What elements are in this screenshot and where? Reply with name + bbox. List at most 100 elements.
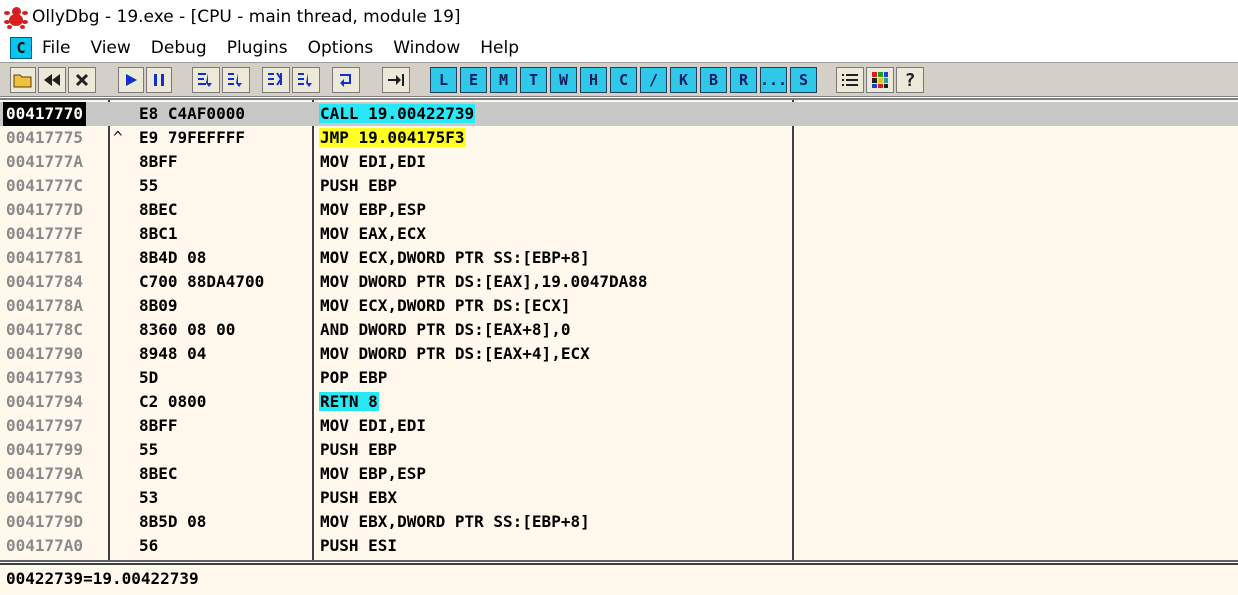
windows-window-button[interactable]: W xyxy=(550,67,577,93)
disasm-row[interactable]: 00417770 E8 C4AF0000 CALL 19.00422739 xyxy=(0,102,1238,126)
hex-dump-cell: 8360 08 00 xyxy=(139,320,236,339)
ollydbg-bug-icon[interactable] xyxy=(4,5,28,29)
menu-help[interactable]: Help xyxy=(470,38,529,58)
instruction-text: CALL 19.00422739 xyxy=(319,104,476,123)
disasm-row[interactable]: 0041779C 53 PUSH EBX xyxy=(0,486,1238,510)
disasm-row[interactable]: 00417784 C700 88DA4700 MOV DWORD PTR DS:[E… xyxy=(0,270,1238,294)
menu-plugins[interactable]: Plugins xyxy=(217,38,298,58)
disasm-row[interactable]: 0041777F 8BC1 MOV EAX,ECX xyxy=(0,222,1238,246)
disassembly-cell: PUSH EBP xyxy=(319,438,398,462)
hex-dump-cell: C700 88DA4700 xyxy=(139,272,265,291)
animate-over-icon[interactable] xyxy=(292,67,320,93)
disassembly-cell: JMP 19.004175F3 xyxy=(319,126,466,150)
hex-dump-cell: E8 C4AF0000 xyxy=(139,104,245,123)
toolbar: L E M T W H C / K B R ... S ? xyxy=(0,62,1238,97)
address-cell: 0041777F xyxy=(6,224,84,243)
run-icon[interactable] xyxy=(118,67,144,93)
address-cell: 004177A0 xyxy=(6,536,84,555)
instruction-text: MOV EBX,DWORD PTR SS:[EBP+8] xyxy=(320,512,590,531)
cpu-window-system-button[interactable]: C xyxy=(10,36,32,59)
disasm-row[interactable]: 0041779A 8BEC MOV EBP,ESP xyxy=(0,462,1238,486)
call-stack-window-button[interactable]: K xyxy=(670,67,697,93)
disassembly-pane[interactable]: 00417770 E8 C4AF0000 CALL 19.00422739 00417… xyxy=(0,98,1238,562)
jump-mark: ^ xyxy=(113,128,123,147)
disasm-row[interactable]: 0041779D 8B5D 08 MOV EBX,DWORD PTR SS:[EBP… xyxy=(0,510,1238,534)
patches-window-button[interactable]: / xyxy=(640,67,667,93)
disasm-row[interactable]: 00417797 8BFF MOV EDI,EDI xyxy=(0,414,1238,438)
disasm-row[interactable]: 00417790 8948 04 MOV DWORD PTR DS:[EAX+4],… xyxy=(0,342,1238,366)
menu-options[interactable]: Options xyxy=(298,38,384,58)
menu-debug[interactable]: Debug xyxy=(141,38,217,58)
appearance-grid-icon[interactable] xyxy=(866,67,894,93)
threads-window-button[interactable]: T xyxy=(520,67,547,93)
disasm-row[interactable]: 00417781 8B4D 08 MOV ECX,DWORD PTR SS:[EBP… xyxy=(0,246,1238,270)
source-window-button[interactable]: S xyxy=(790,67,817,93)
hex-dump-cell: 8B4D 08 xyxy=(139,248,207,267)
instruction-text: AND DWORD PTR DS:[EAX+8],0 xyxy=(320,320,571,339)
execute-till-return-icon[interactable] xyxy=(332,67,360,93)
pause-icon[interactable] xyxy=(146,67,172,93)
instruction-text: JMP 19.004175F3 xyxy=(319,128,466,147)
disasm-row[interactable]: 0041778C 8360 08 00 AND DWORD PTR DS:[EAX+… xyxy=(0,318,1238,342)
disassembly-cell: RETN 8 xyxy=(319,390,379,414)
disassembly-cell: MOV EDI,EDI xyxy=(319,414,427,438)
step-over-icon[interactable] xyxy=(222,67,250,93)
disassembly-cell: MOV EAX,ECX xyxy=(319,222,427,246)
disasm-row[interactable]: 00417775 ^ E9 79FEFFFF JMP 19.004175F3 xyxy=(0,126,1238,150)
disassembly-cell: MOV EBP,ESP xyxy=(319,198,427,222)
menu-bar: C File View Debug Plugins Options Window… xyxy=(0,34,1238,61)
disasm-row[interactable]: 0041777A 8BFF MOV EDI,EDI xyxy=(0,150,1238,174)
address-cell: 0041779C xyxy=(6,488,84,507)
disasm-row[interactable]: 00417794 C2 0800 RETN 8 xyxy=(0,390,1238,414)
hex-dump-cell: 8BEC xyxy=(139,200,178,219)
step-into-icon[interactable] xyxy=(192,67,220,93)
disassembly-cell: MOV ECX,DWORD PTR SS:[EBP+8] xyxy=(319,246,591,270)
log-window-button[interactable]: L xyxy=(430,67,457,93)
list-icon[interactable] xyxy=(836,67,864,93)
disassembly-cell: MOV EBP,ESP xyxy=(319,462,427,486)
address-cell: 00417790 xyxy=(6,344,84,363)
modules-window-button[interactable]: E xyxy=(460,67,487,93)
instruction-text: MOV ECX,DWORD PTR DS:[ECX] xyxy=(320,296,571,315)
restart-icon[interactable] xyxy=(38,67,66,93)
address-cell: 0041778A xyxy=(6,296,84,315)
instruction-text: MOV EDI,EDI xyxy=(320,416,426,435)
instruction-text: MOV DWORD PTR DS:[EAX],19.0047DA88 xyxy=(320,272,648,291)
hex-dump-cell: 5D xyxy=(139,368,159,387)
breakpoints-window-button[interactable]: B xyxy=(700,67,727,93)
disassembly-cell: MOV DWORD PTR DS:[EAX],19.0047DA88 xyxy=(319,270,649,294)
handles-window-button[interactable]: H xyxy=(580,67,607,93)
disassembly-cell: PUSH ESI xyxy=(319,534,398,558)
memory-window-button[interactable]: M xyxy=(490,67,517,93)
cpu-window-button[interactable]: C xyxy=(610,67,637,93)
help-icon[interactable]: ? xyxy=(896,67,924,93)
open-folder-icon[interactable] xyxy=(10,67,36,93)
menu-file[interactable]: File xyxy=(32,38,80,58)
address-cell: 0041777A xyxy=(6,152,84,171)
disasm-row[interactable]: 0041777C 55 PUSH EBP xyxy=(0,174,1238,198)
instruction-text: PUSH EBP xyxy=(320,176,398,195)
disassembly-cell: POP EBP xyxy=(319,366,388,390)
disasm-row[interactable]: 00417793 5D POP EBP xyxy=(0,366,1238,390)
hex-dump-cell: 8B5D 08 xyxy=(139,512,207,531)
disasm-row[interactable]: 00417799 55 PUSH EBP xyxy=(0,438,1238,462)
address-cell: 00417794 xyxy=(6,392,84,411)
animate-into-icon[interactable] xyxy=(262,67,290,93)
disasm-row[interactable]: 0041777D 8BEC MOV EBP,ESP xyxy=(0,198,1238,222)
hex-dump-cell: 8B09 xyxy=(139,296,178,315)
references-window-button[interactable]: R xyxy=(730,67,757,93)
menu-view[interactable]: View xyxy=(80,38,140,58)
close-icon[interactable] xyxy=(68,67,96,93)
go-to-user-code-icon[interactable] xyxy=(382,67,410,93)
run-trace-window-button[interactable]: ... xyxy=(760,67,787,93)
disasm-row[interactable]: 004177A0 56 PUSH ESI xyxy=(0,534,1238,558)
address-cell: 00417770 xyxy=(3,102,87,126)
window-title: OllyDbg - 19.exe - [CPU - main thread, m… xyxy=(32,7,461,27)
hex-dump-cell: C2 0800 xyxy=(139,392,207,411)
hex-dump-cell: 55 xyxy=(139,176,159,195)
instruction-text: PUSH EBP xyxy=(320,440,398,459)
menu-window[interactable]: Window xyxy=(383,38,470,58)
disasm-row[interactable]: 0041778A 8B09 MOV ECX,DWORD PTR DS:[ECX] xyxy=(0,294,1238,318)
address-cell: 00417797 xyxy=(6,416,84,435)
instruction-text: PUSH ESI xyxy=(320,536,398,555)
